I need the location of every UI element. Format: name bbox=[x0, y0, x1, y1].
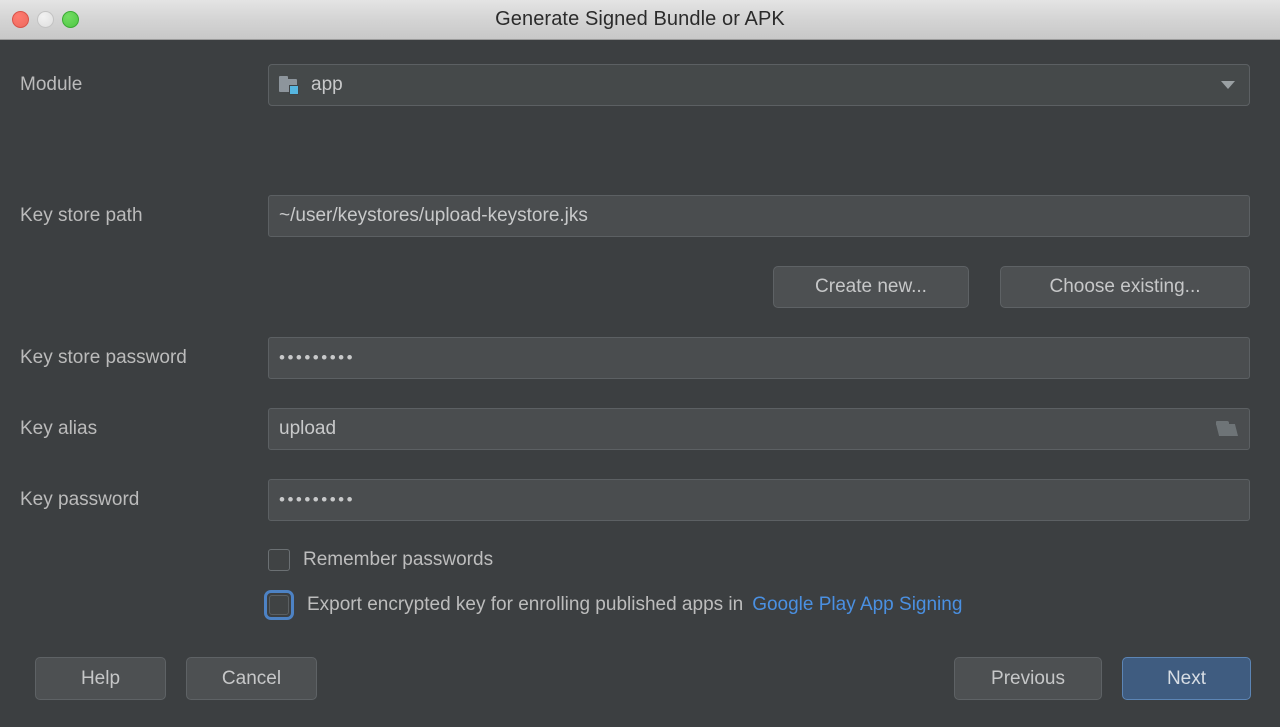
create-new-button[interactable]: Create new... bbox=[773, 266, 969, 308]
key-alias-input[interactable]: upload bbox=[268, 408, 1250, 450]
remember-passwords-label: Remember passwords bbox=[303, 549, 493, 571]
export-encrypted-key-checkbox[interactable] bbox=[269, 595, 289, 615]
window-title: Generate Signed Bundle or APK bbox=[0, 8, 1280, 31]
export-encrypted-key-label: Export encrypted key for enrolling publi… bbox=[307, 594, 743, 616]
previous-button[interactable]: Previous bbox=[954, 657, 1102, 700]
module-value: app bbox=[311, 74, 343, 96]
next-button[interactable]: Next bbox=[1122, 657, 1251, 700]
key-password-input[interactable]: ••••••••• bbox=[268, 479, 1250, 521]
key-store-password-label: Key store password bbox=[20, 347, 187, 369]
key-store-path-label: Key store path bbox=[20, 205, 143, 227]
key-store-path-value: ~/user/keystores/upload-keystore.jks bbox=[279, 205, 588, 227]
zoom-button[interactable] bbox=[62, 11, 79, 28]
module-dropdown[interactable]: app bbox=[268, 64, 1250, 106]
choose-existing-button[interactable]: Choose existing... bbox=[1000, 266, 1250, 308]
cancel-button[interactable]: Cancel bbox=[186, 657, 317, 700]
remember-passwords-checkbox[interactable] bbox=[268, 549, 290, 571]
android-module-folder-icon bbox=[279, 76, 301, 95]
key-alias-browse-button[interactable] bbox=[1211, 414, 1243, 444]
dialog-body: Module app Key store path ~/user/keystor… bbox=[0, 40, 1280, 727]
open-folder-icon bbox=[1216, 421, 1238, 437]
remember-passwords-row[interactable]: Remember passwords bbox=[268, 549, 493, 571]
key-password-label: Key password bbox=[20, 489, 139, 511]
key-alias-value: upload bbox=[279, 418, 336, 440]
export-encrypted-key-row[interactable]: Export encrypted key for enrolling publi… bbox=[264, 590, 962, 620]
key-password-value: ••••••••• bbox=[279, 490, 355, 510]
minimize-button[interactable] bbox=[37, 11, 54, 28]
key-store-path-input[interactable]: ~/user/keystores/upload-keystore.jks bbox=[268, 195, 1250, 237]
close-button[interactable] bbox=[12, 11, 29, 28]
module-label: Module bbox=[20, 74, 82, 96]
google-play-app-signing-link[interactable]: Google Play App Signing bbox=[752, 594, 962, 616]
key-store-password-value: ••••••••• bbox=[279, 348, 355, 368]
title-bar: Generate Signed Bundle or APK bbox=[0, 0, 1280, 40]
help-button[interactable]: Help bbox=[35, 657, 166, 700]
generate-signed-bundle-dialog: Generate Signed Bundle or APK Module app… bbox=[0, 0, 1280, 727]
chevron-down-icon bbox=[1221, 81, 1235, 89]
key-alias-label: Key alias bbox=[20, 418, 97, 440]
window-controls bbox=[0, 11, 79, 28]
export-encrypted-key-focus-ring bbox=[264, 590, 294, 620]
key-store-password-input[interactable]: ••••••••• bbox=[268, 337, 1250, 379]
